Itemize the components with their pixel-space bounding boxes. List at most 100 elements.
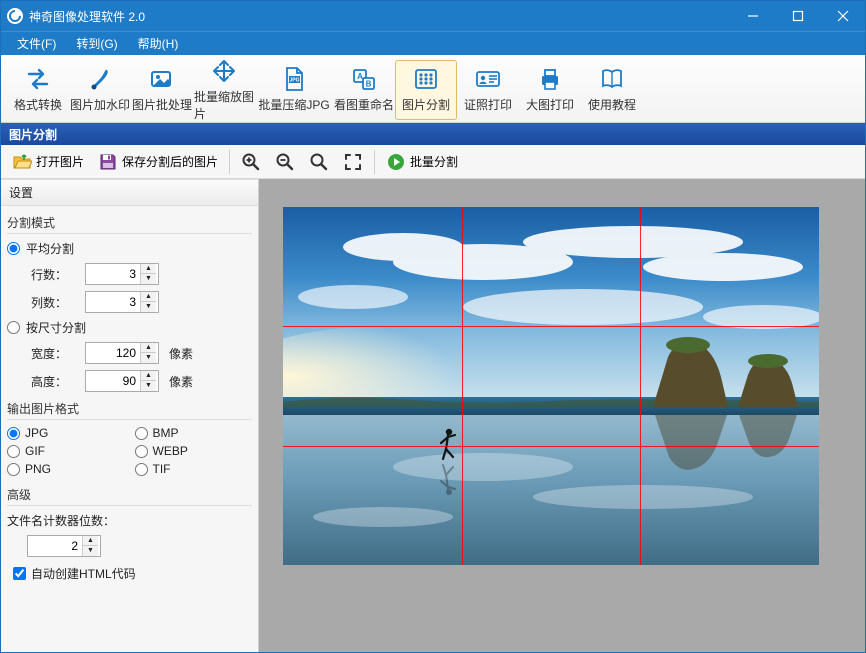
fieldset-advanced: 高级 文件名计数器位数： ▲▼ 自动创建HTML代码 bbox=[7, 484, 252, 582]
preview-image[interactable] bbox=[283, 207, 819, 565]
id-card-icon bbox=[475, 66, 501, 92]
counter-digits-field[interactable] bbox=[28, 537, 82, 555]
radio-avg-split[interactable]: 平均分割 bbox=[7, 240, 252, 257]
counter-up[interactable]: ▲ bbox=[83, 536, 98, 546]
zoom-reset-button[interactable] bbox=[304, 147, 334, 177]
tool-batch-compress-jpg[interactable]: JPG 批量压缩JPG bbox=[255, 60, 333, 120]
close-button[interactable] bbox=[820, 1, 865, 31]
preview-area bbox=[259, 179, 865, 652]
tool-batch-resize[interactable]: 批量缩放图片 bbox=[193, 60, 255, 120]
settings-sidebar: 设置 分割模式 平均分割 行数： ▲▼ 列数： ▲▼ bbox=[1, 179, 259, 652]
tool-big-print[interactable]: 大图打印 bbox=[519, 60, 581, 120]
tool-id-photo[interactable]: 证照打印 bbox=[457, 60, 519, 120]
app-icon bbox=[7, 8, 23, 24]
zoom-in-icon bbox=[241, 152, 261, 172]
save-split-button[interactable]: 保存分割后的图片 bbox=[93, 147, 223, 177]
fieldset-output-format: 输出图片格式 JPG BMP GIF WEBP PNG TIF bbox=[7, 398, 252, 476]
open-image-button[interactable]: 打开图片 bbox=[7, 147, 89, 177]
counter-digits-input[interactable]: ▲▼ bbox=[27, 535, 101, 557]
height-up[interactable]: ▲ bbox=[141, 371, 156, 381]
window-title: 神奇图像处理软件 2.0 bbox=[29, 8, 145, 25]
rename-icon: AB bbox=[351, 66, 377, 92]
tool-format-convert[interactable]: 格式转换 bbox=[7, 60, 69, 120]
height-field[interactable] bbox=[86, 372, 140, 390]
radio-by-size-input[interactable] bbox=[7, 321, 20, 334]
height-input[interactable]: ▲▼ bbox=[85, 370, 159, 392]
fieldset-split-mode: 分割模式 平均分割 行数： ▲▼ 列数： ▲▼ bbox=[7, 212, 252, 392]
unit-label: 像素 bbox=[169, 373, 193, 390]
counter-digits-label: 文件名计数器位数： bbox=[7, 512, 252, 529]
rows-input[interactable]: ▲▼ bbox=[85, 263, 159, 285]
menu-bar: 文件(F) 转到(G) 帮助(H) bbox=[1, 31, 865, 55]
tool-rename-by-view[interactable]: AB 看图重命名 bbox=[333, 60, 395, 120]
height-label: 高度： bbox=[31, 373, 79, 390]
fullscreen-icon bbox=[343, 152, 363, 172]
rows-label: 行数： bbox=[31, 266, 79, 283]
width-up[interactable]: ▲ bbox=[141, 343, 156, 353]
batch-split-button[interactable]: 批量分割 bbox=[381, 147, 463, 177]
jpg-file-icon: JPG bbox=[281, 66, 307, 92]
sub-toolbar: 打开图片 保存分割后的图片 批量分割 bbox=[1, 145, 865, 179]
menu-help[interactable]: 帮助(H) bbox=[128, 32, 189, 55]
images-icon bbox=[149, 66, 175, 92]
grid-icon bbox=[413, 66, 439, 92]
legend-output-format: 输出图片格式 bbox=[7, 398, 252, 420]
menu-file[interactable]: 文件(F) bbox=[7, 32, 66, 55]
title-bar: 神奇图像处理软件 2.0 bbox=[1, 1, 865, 31]
width-down[interactable]: ▼ bbox=[141, 353, 156, 363]
svg-text:JPG: JPG bbox=[289, 78, 299, 84]
section-header: 图片分割 bbox=[1, 123, 865, 145]
fullscreen-button[interactable] bbox=[338, 147, 368, 177]
book-icon bbox=[599, 66, 625, 92]
tool-split-image[interactable]: 图片分割 bbox=[395, 60, 457, 120]
minimize-button[interactable] bbox=[730, 1, 775, 31]
radio-webp[interactable]: WEBP bbox=[135, 444, 253, 458]
maximize-button[interactable] bbox=[775, 1, 820, 31]
rows-down[interactable]: ▼ bbox=[141, 274, 156, 284]
radio-tif[interactable]: TIF bbox=[135, 462, 253, 476]
convert-icon bbox=[25, 66, 51, 92]
checkbox-auto-html[interactable]: 自动创建HTML代码 bbox=[13, 565, 252, 582]
folder-open-icon bbox=[12, 152, 32, 172]
legend-advanced: 高级 bbox=[7, 484, 252, 506]
menu-goto[interactable]: 转到(G) bbox=[66, 32, 127, 55]
printer-icon bbox=[537, 66, 563, 92]
radio-bmp[interactable]: BMP bbox=[135, 426, 253, 440]
radio-jpg[interactable]: JPG bbox=[7, 426, 125, 440]
resize-icon bbox=[211, 58, 237, 84]
zoom-reset-icon bbox=[309, 152, 329, 172]
legend-split-mode: 分割模式 bbox=[7, 212, 252, 234]
tool-watermark[interactable]: 图片加水印 bbox=[69, 60, 131, 120]
counter-down[interactable]: ▼ bbox=[83, 546, 98, 556]
zoom-out-button[interactable] bbox=[270, 147, 300, 177]
radio-gif[interactable]: GIF bbox=[7, 444, 125, 458]
checkbox-auto-html-input[interactable] bbox=[13, 567, 26, 580]
radio-by-size[interactable]: 按尺寸分割 bbox=[7, 319, 252, 336]
width-input[interactable]: ▲▼ bbox=[85, 342, 159, 364]
cols-label: 列数： bbox=[31, 294, 79, 311]
cols-input[interactable]: ▲▼ bbox=[85, 291, 159, 313]
width-field[interactable] bbox=[86, 344, 140, 362]
width-label: 宽度： bbox=[31, 345, 79, 362]
main-toolbar: 格式转换 图片加水印 图片批处理 批量缩放图片 JPG 批量压缩JPG AB 看… bbox=[1, 55, 865, 123]
cols-down[interactable]: ▼ bbox=[141, 302, 156, 312]
svg-text:B: B bbox=[366, 80, 372, 89]
unit-label: 像素 bbox=[169, 345, 193, 362]
zoom-in-button[interactable] bbox=[236, 147, 266, 177]
height-down[interactable]: ▼ bbox=[141, 381, 156, 391]
tool-tutorial[interactable]: 使用教程 bbox=[581, 60, 643, 120]
cols-field[interactable] bbox=[86, 293, 140, 311]
rows-field[interactable] bbox=[86, 265, 140, 283]
brush-icon bbox=[87, 66, 113, 92]
play-icon bbox=[386, 152, 406, 172]
separator bbox=[229, 150, 230, 174]
settings-header: 设置 bbox=[1, 179, 258, 206]
separator bbox=[374, 150, 375, 174]
cols-up[interactable]: ▲ bbox=[141, 292, 156, 302]
zoom-out-icon bbox=[275, 152, 295, 172]
save-icon bbox=[98, 152, 118, 172]
tool-batch-process[interactable]: 图片批处理 bbox=[131, 60, 193, 120]
rows-up[interactable]: ▲ bbox=[141, 264, 156, 274]
radio-png[interactable]: PNG bbox=[7, 462, 125, 476]
radio-avg-split-input[interactable] bbox=[7, 242, 20, 255]
